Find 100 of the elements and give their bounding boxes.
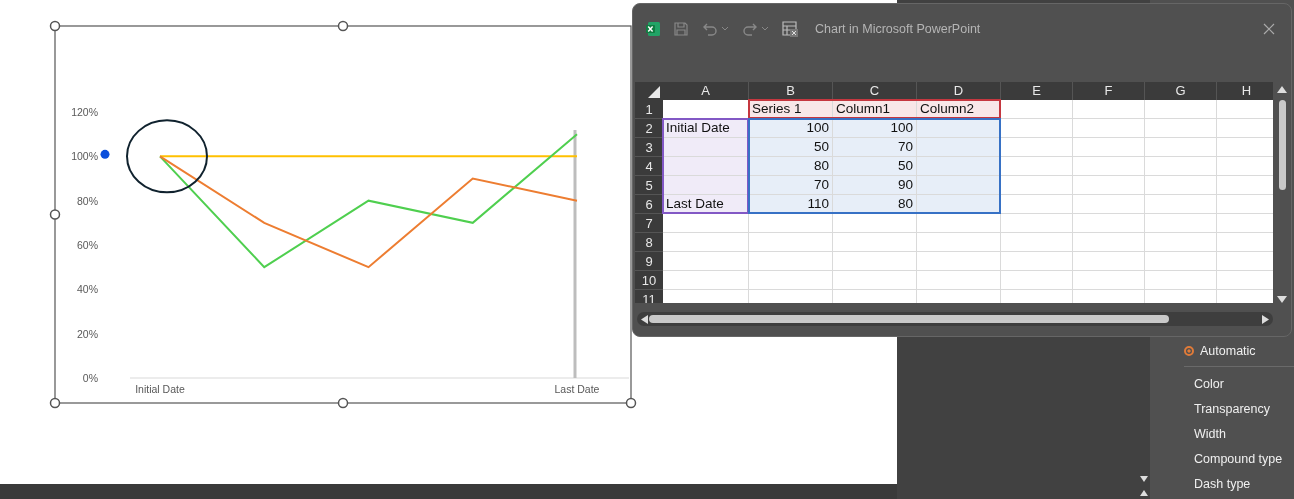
table-cell[interactable] <box>917 138 1001 157</box>
table-cell[interactable]: 50 <box>833 157 917 176</box>
table-cell[interactable] <box>1001 119 1073 138</box>
table-cell[interactable] <box>1145 214 1217 233</box>
table-cell[interactable] <box>1073 214 1145 233</box>
table-cell[interactable] <box>749 214 833 233</box>
table-cell[interactable] <box>1073 271 1145 290</box>
table-cell[interactable] <box>663 233 749 252</box>
table-cell[interactable] <box>1001 233 1073 252</box>
table-cell[interactable] <box>1145 233 1217 252</box>
property-label: Dash type <box>1194 476 1251 491</box>
table-cell[interactable] <box>663 252 749 271</box>
table-cell[interactable] <box>1073 252 1145 271</box>
dot-shape[interactable] <box>100 149 110 159</box>
resize-handle[interactable] <box>337 397 349 409</box>
table-cell[interactable] <box>1145 271 1217 290</box>
resize-handle[interactable] <box>625 397 637 409</box>
table-cell[interactable] <box>917 271 1001 290</box>
table-cell[interactable] <box>1073 157 1145 176</box>
axis-label: Initial Date <box>135 383 185 395</box>
property-label: Width <box>1194 426 1226 441</box>
table-cell[interactable] <box>1001 100 1073 119</box>
table-cell[interactable] <box>1145 138 1217 157</box>
radio-button[interactable] <box>1184 345 1194 356</box>
table-cell[interactable] <box>1073 100 1145 119</box>
table-cell[interactable] <box>917 214 1001 233</box>
table-cell[interactable] <box>1145 195 1217 214</box>
table-cell[interactable] <box>1217 119 1273 138</box>
scroll-thumb[interactable] <box>649 315 1169 323</box>
table-cell[interactable] <box>1073 119 1145 138</box>
table-cell[interactable]: 70 <box>749 176 833 195</box>
table-cell[interactable]: 80 <box>749 157 833 176</box>
table-cell[interactable] <box>1217 138 1273 157</box>
table-cell[interactable] <box>749 233 833 252</box>
table-cell[interactable] <box>833 233 917 252</box>
scroll-thumb[interactable] <box>1279 100 1286 190</box>
table-cell[interactable] <box>917 252 1001 271</box>
table-cell[interactable] <box>1001 271 1073 290</box>
table-cell[interactable] <box>663 271 749 290</box>
table-cell[interactable] <box>917 157 1001 176</box>
table-cell[interactable]: 70 <box>833 138 917 157</box>
ellipse-shape[interactable] <box>126 119 208 194</box>
table-cell[interactable] <box>1217 157 1273 176</box>
property-label: Compound type <box>1194 451 1283 466</box>
table-cell[interactable] <box>917 233 1001 252</box>
caret-icon[interactable] <box>721 26 729 32</box>
table-cell[interactable] <box>1145 157 1217 176</box>
table-cell[interactable] <box>1145 176 1217 195</box>
property-label: Color <box>1194 376 1224 391</box>
table-cell[interactable]: 50 <box>749 138 833 157</box>
table-icon[interactable] <box>781 20 799 38</box>
table-cell[interactable] <box>1145 252 1217 271</box>
scroll-down-icon[interactable] <box>1277 296 1287 303</box>
table-cell[interactable] <box>1073 233 1145 252</box>
table-cell[interactable] <box>1145 119 1217 138</box>
table-cell[interactable] <box>749 252 833 271</box>
table-cell[interactable] <box>1001 138 1073 157</box>
table-cell[interactable] <box>1073 195 1145 214</box>
table-cell[interactable] <box>833 252 917 271</box>
table-cell[interactable] <box>749 271 833 290</box>
axis-label: 100% <box>71 150 98 163</box>
table-cell[interactable] <box>1001 214 1073 233</box>
close-icon[interactable] <box>1263 23 1275 35</box>
axis-label: 80% <box>77 194 98 207</box>
horizontal-scrollbar[interactable] <box>637 312 1273 326</box>
table-cell[interactable] <box>1217 195 1273 214</box>
table-cell[interactable] <box>833 214 917 233</box>
table-cell[interactable] <box>833 271 917 290</box>
scroll-up-icon[interactable] <box>1277 86 1287 93</box>
scroll-down-icon[interactable] <box>1140 476 1148 482</box>
resize-handle[interactable] <box>337 20 349 32</box>
table-cell[interactable] <box>1001 252 1073 271</box>
table-cell[interactable] <box>1217 214 1273 233</box>
select-all-icon[interactable] <box>648 86 660 98</box>
table-cell[interactable] <box>1001 176 1073 195</box>
table-cell[interactable] <box>663 157 749 176</box>
resize-handle[interactable] <box>49 20 61 32</box>
table-cell[interactable] <box>1073 138 1145 157</box>
table-cell[interactable] <box>663 138 749 157</box>
scroll-up-icon[interactable] <box>1140 490 1148 496</box>
resize-handle[interactable] <box>49 209 61 220</box>
table-cell[interactable] <box>1001 195 1073 214</box>
table-cell[interactable] <box>1073 176 1145 195</box>
caret-icon[interactable] <box>761 26 769 32</box>
table-cell[interactable] <box>1217 100 1273 119</box>
table-cell[interactable] <box>663 214 749 233</box>
property-label: Transparency <box>1194 401 1270 416</box>
table-cell[interactable] <box>1217 271 1273 290</box>
table-cell[interactable] <box>1217 176 1273 195</box>
scroll-right-icon[interactable] <box>1262 315 1269 324</box>
resize-handle[interactable] <box>49 397 61 409</box>
table-cell[interactable] <box>917 176 1001 195</box>
table-cell[interactable] <box>1217 233 1273 252</box>
table-cell[interactable] <box>1145 100 1217 119</box>
table-cell[interactable] <box>1001 157 1073 176</box>
table-cell[interactable]: 90 <box>833 176 917 195</box>
table-cell[interactable] <box>1217 252 1273 271</box>
table-cell[interactable] <box>663 176 749 195</box>
option-label: Automatic <box>1200 343 1256 358</box>
vertical-line[interactable] <box>573 130 577 378</box>
